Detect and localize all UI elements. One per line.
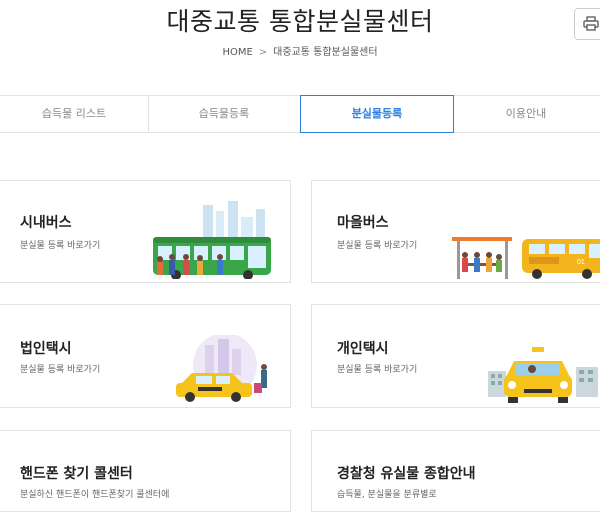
card-title: 경찰청 유실물 종합안내 xyxy=(337,466,476,482)
card-subtitle: 분실물 등록 바로가기 xyxy=(337,241,418,251)
printer-icon xyxy=(583,16,599,31)
card-subtitle: 분실하신 핸드폰이 핸드폰찾기 콜센터에 xyxy=(20,490,170,500)
tab-lost-register[interactable]: 분실물등록 xyxy=(300,95,454,133)
card-title: 시내버스 xyxy=(20,215,72,231)
card-subtitle: 습득물, 분실물을 분류별로 xyxy=(337,490,437,500)
card-city-bus[interactable]: 시내버스 분실물 등록 바로가기 xyxy=(0,180,291,283)
breadcrumb-home[interactable]: HOME xyxy=(222,47,252,58)
card-subtitle: 분실물 등록 바로가기 xyxy=(20,365,101,375)
tab-usage-guide[interactable]: 이용안내 xyxy=(452,96,600,132)
print-button[interactable] xyxy=(574,8,600,40)
card-village-bus[interactable]: 마을버스 분실물 등록 바로가기 01 xyxy=(311,180,600,283)
tab-found-list[interactable]: 습득물 리스트 xyxy=(0,96,149,132)
tab-bar: 습득물 리스트 습득물등록 분실물등록 이용안내 xyxy=(0,95,600,133)
breadcrumb-separator: > xyxy=(258,47,268,58)
card-title: 법인택시 xyxy=(20,341,72,357)
card-phone-callcenter[interactable]: 핸드폰 찾기 콜센터 분실하신 핸드폰이 핸드폰찾기 콜센터에 xyxy=(0,430,291,512)
card-title: 마을버스 xyxy=(337,215,389,231)
card-corporate-taxi[interactable]: 법인택시 분실물 등록 바로가기 xyxy=(0,304,291,408)
card-title: 핸드폰 찾기 콜센터 xyxy=(20,466,133,482)
card-police-lost-items[interactable]: 경찰청 유실물 종합안내 습득물, 분실물을 분류별로 xyxy=(311,430,600,512)
bus-number: 01 xyxy=(577,259,585,266)
tab-found-register[interactable]: 습득물등록 xyxy=(148,96,301,132)
corporate-taxi-illustration xyxy=(176,335,267,402)
breadcrumb-current: 대중교통 통합분실물센터 xyxy=(273,47,378,58)
private-taxi-illustration xyxy=(488,347,598,403)
card-subtitle: 분실물 등록 바로가기 xyxy=(337,365,418,375)
page-title: 대중교통 통합분실물센터 xyxy=(166,7,434,36)
village-bus-illustration: 01 xyxy=(452,237,600,279)
breadcrumb: HOME > 대중교통 통합분실물센터 xyxy=(0,43,600,58)
card-title: 개인택시 xyxy=(337,341,389,357)
card-private-taxi[interactable]: 개인택시 분실물 등록 바로가기 xyxy=(311,304,600,408)
card-subtitle: 분실물 등록 바로가기 xyxy=(20,241,101,251)
city-bus-illustration xyxy=(153,201,271,279)
